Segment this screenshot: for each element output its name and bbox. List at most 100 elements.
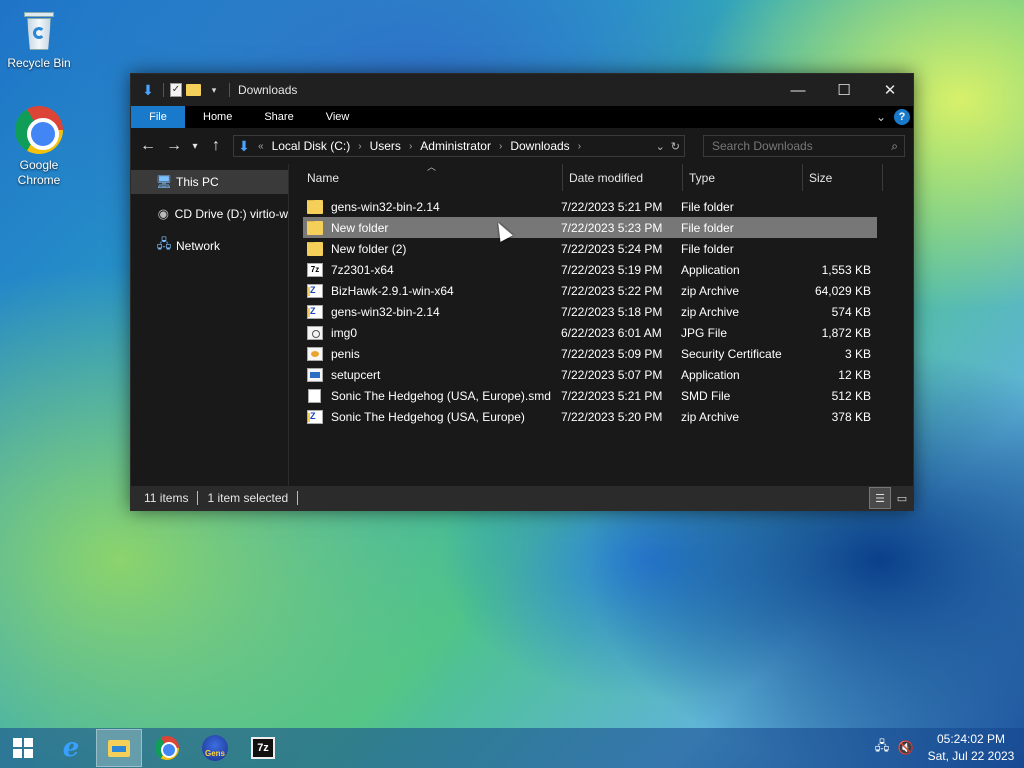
file-row[interactable]: gens-win32-bin-2.14 7/22/2023 5:21 PM File… (303, 196, 877, 217)
volume-muted-icon[interactable]: 🔇 (894, 740, 918, 756)
tab-home[interactable]: Home (189, 106, 246, 128)
desktop-icon-google-chrome[interactable]: Google Chrome (2, 106, 76, 188)
expand-ribbon-icon[interactable]: ⌄ (876, 110, 886, 124)
file-name: New folder (2) (331, 241, 407, 256)
gens-icon: Gens (202, 735, 228, 761)
zip-file-icon (307, 409, 323, 424)
file-row[interactable]: New folder 7/22/2023 5:23 PM File folder (303, 217, 877, 238)
file-name-cell: New folder (2) (303, 241, 561, 256)
file-name: setupcert (331, 367, 381, 382)
file-name: gens-win32-bin-2.14 (331, 304, 440, 319)
taskbar-file-explorer[interactable] (96, 729, 142, 767)
breadcrumb-local-disk[interactable]: Local Disk (C:) (268, 139, 355, 153)
cert-file-icon (307, 346, 323, 361)
large-icons-view-button[interactable]: ▭ (891, 487, 913, 509)
file-name: img0 (331, 325, 358, 340)
ribbon-tabs: File Home Share View ⌄ ? (131, 106, 913, 128)
status-bar: 11 items 1 item selected ☰ ▭ (131, 486, 913, 510)
toolbar-separator (229, 83, 230, 97)
file-row[interactable]: img0 6/22/2023 6:01 AM JPG File 1,872 KB (303, 322, 877, 343)
doc-file-icon (308, 388, 321, 403)
file-size: 1,553 KB (821, 262, 871, 277)
file-date: 7/22/2023 5:24 PM (561, 241, 663, 256)
file-row[interactable]: Sonic The Hedgehog (USA, Europe) 7/22/202… (303, 406, 877, 427)
details-view-button[interactable]: ☰ (869, 487, 891, 509)
up-button[interactable]: ↑ (203, 133, 229, 159)
taskbar-internet-explorer[interactable]: e (48, 729, 94, 767)
computer-icon: 🖥 (155, 174, 173, 189)
explorer-window: ⬇ ✓ ▾ Downloads — ☐ ✕ File Home Share Vi… (130, 73, 914, 511)
file-row[interactable]: 7z 7z2301-x64 7/22/2023 5:19 PM Application… (303, 259, 877, 280)
file-name-cell: Sonic The Hedgehog (USA, Europe) (303, 409, 561, 424)
taskbar-chrome[interactable] (144, 729, 190, 767)
file-row[interactable]: setupcert 7/22/2023 5:07 PM Application 12 … (303, 364, 877, 385)
help-icon[interactable]: ? (894, 109, 910, 125)
address-bar[interactable]: ⬇ « Local Disk (C:) › Users › Administra… (233, 135, 685, 157)
forward-button[interactable]: → (161, 133, 187, 159)
file-size: 3 KB (844, 346, 871, 361)
7zip-icon: 7z (251, 737, 275, 759)
nav-item-label: This PC (176, 175, 219, 189)
column-header-date-modified[interactable]: Date modified (563, 164, 683, 191)
chevron-right-icon[interactable]: › (574, 141, 585, 152)
file-date: 7/22/2023 5:21 PM (561, 388, 663, 403)
clock[interactable]: 05:24:02 PM Sat, Jul 22 2023 (918, 731, 1024, 765)
nav-item-network[interactable]: 🖧 Network (131, 234, 288, 258)
column-header-size[interactable]: Size (803, 164, 883, 191)
file-name-cell: New folder (303, 220, 561, 235)
file-row[interactable]: penis 7/22/2023 5:09 PM Security Certifica… (303, 343, 877, 364)
desktop-icon-label: Recycle Bin (7, 56, 71, 70)
file-list-pane[interactable]: ︿ Name Date modified Type Size gens-win3… (289, 162, 913, 488)
nav-item-this-pc[interactable]: 🖥 This PC (131, 170, 288, 194)
minimize-button[interactable]: — (775, 74, 821, 106)
new-folder-icon[interactable] (186, 84, 201, 96)
customize-toolbar-icon[interactable]: ▾ (205, 83, 223, 97)
breadcrumb-overflow[interactable]: « (254, 141, 268, 152)
start-button[interactable] (0, 729, 46, 767)
img-file-icon (307, 325, 323, 340)
desktop-icon-recycle-bin[interactable]: Recycle Bin (2, 8, 76, 71)
file-name: New folder (331, 220, 389, 235)
file-type: zip Archive (681, 409, 740, 424)
tab-view[interactable]: View (312, 106, 364, 128)
folder-file-icon (307, 220, 323, 235)
file-row[interactable]: BizHawk-2.9.1-win-x64 7/22/2023 5:22 PM zi… (303, 280, 877, 301)
title-bar[interactable]: ⬇ ✓ ▾ Downloads — ☐ ✕ (131, 74, 913, 106)
search-input[interactable] (712, 139, 872, 153)
file-row[interactable]: Sonic The Hedgehog (USA, Europe).smd 7/22… (303, 385, 877, 406)
toolbar-separator (163, 83, 164, 97)
quick-access-toolbar: ⬇ ✓ ▾ (131, 83, 232, 97)
maximize-button[interactable]: ☐ (821, 74, 867, 106)
taskbar: e Gens 7z 🖧 🔇 05:24:02 PM Sat, Jul 22 20… (0, 728, 1024, 768)
file-name: 7z2301-x64 (331, 262, 394, 277)
refresh-icon[interactable]: ↻ (671, 140, 680, 153)
taskbar-gens[interactable]: Gens (192, 729, 238, 767)
file-size: 512 KB (831, 388, 871, 403)
download-arrow-icon: ⬇ (142, 82, 154, 98)
file-date: 7/22/2023 5:22 PM (561, 283, 663, 298)
network-tray-icon[interactable]: 🖧 (870, 737, 894, 759)
recent-locations-button[interactable]: ▾ (187, 133, 203, 159)
breadcrumb-administrator[interactable]: Administrator (416, 139, 495, 153)
breadcrumb-users[interactable]: Users (366, 139, 405, 153)
file-row[interactable]: New folder (2) 7/22/2023 5:24 PM File fold… (303, 238, 877, 259)
breadcrumb-downloads[interactable]: Downloads (506, 139, 573, 153)
file-row[interactable]: gens-win32-bin-2.14 7/22/2023 5:18 PM zip … (303, 301, 877, 322)
file-type: SMD File (681, 388, 731, 403)
close-button[interactable]: ✕ (867, 74, 913, 106)
back-button[interactable]: ← (135, 133, 161, 159)
chevron-right-icon[interactable]: › (354, 141, 365, 152)
tab-file[interactable]: File (131, 106, 185, 128)
column-header-type[interactable]: Type (683, 164, 803, 191)
taskbar-7zip[interactable]: 7z (240, 729, 286, 767)
navigation-pane[interactable]: 🖥 This PC ◉ CD Drive (D:) virtio-w 🖧 Net… (131, 164, 289, 488)
nav-item-cd-drive[interactable]: ◉ CD Drive (D:) virtio-w (131, 202, 288, 226)
navigation-bar: ← → ▾ ↑ ⬇ « Local Disk (C:) › Users › Ad… (131, 128, 913, 164)
properties-icon[interactable]: ✓ (170, 83, 182, 97)
tab-share[interactable]: Share (250, 106, 307, 128)
chevron-right-icon[interactable]: › (495, 141, 506, 152)
search-box[interactable]: ⌕ (703, 135, 905, 157)
address-dropdown-icon[interactable]: ⌄ (656, 140, 665, 153)
recycle-bin-icon (20, 8, 58, 52)
chevron-right-icon[interactable]: › (405, 141, 416, 152)
